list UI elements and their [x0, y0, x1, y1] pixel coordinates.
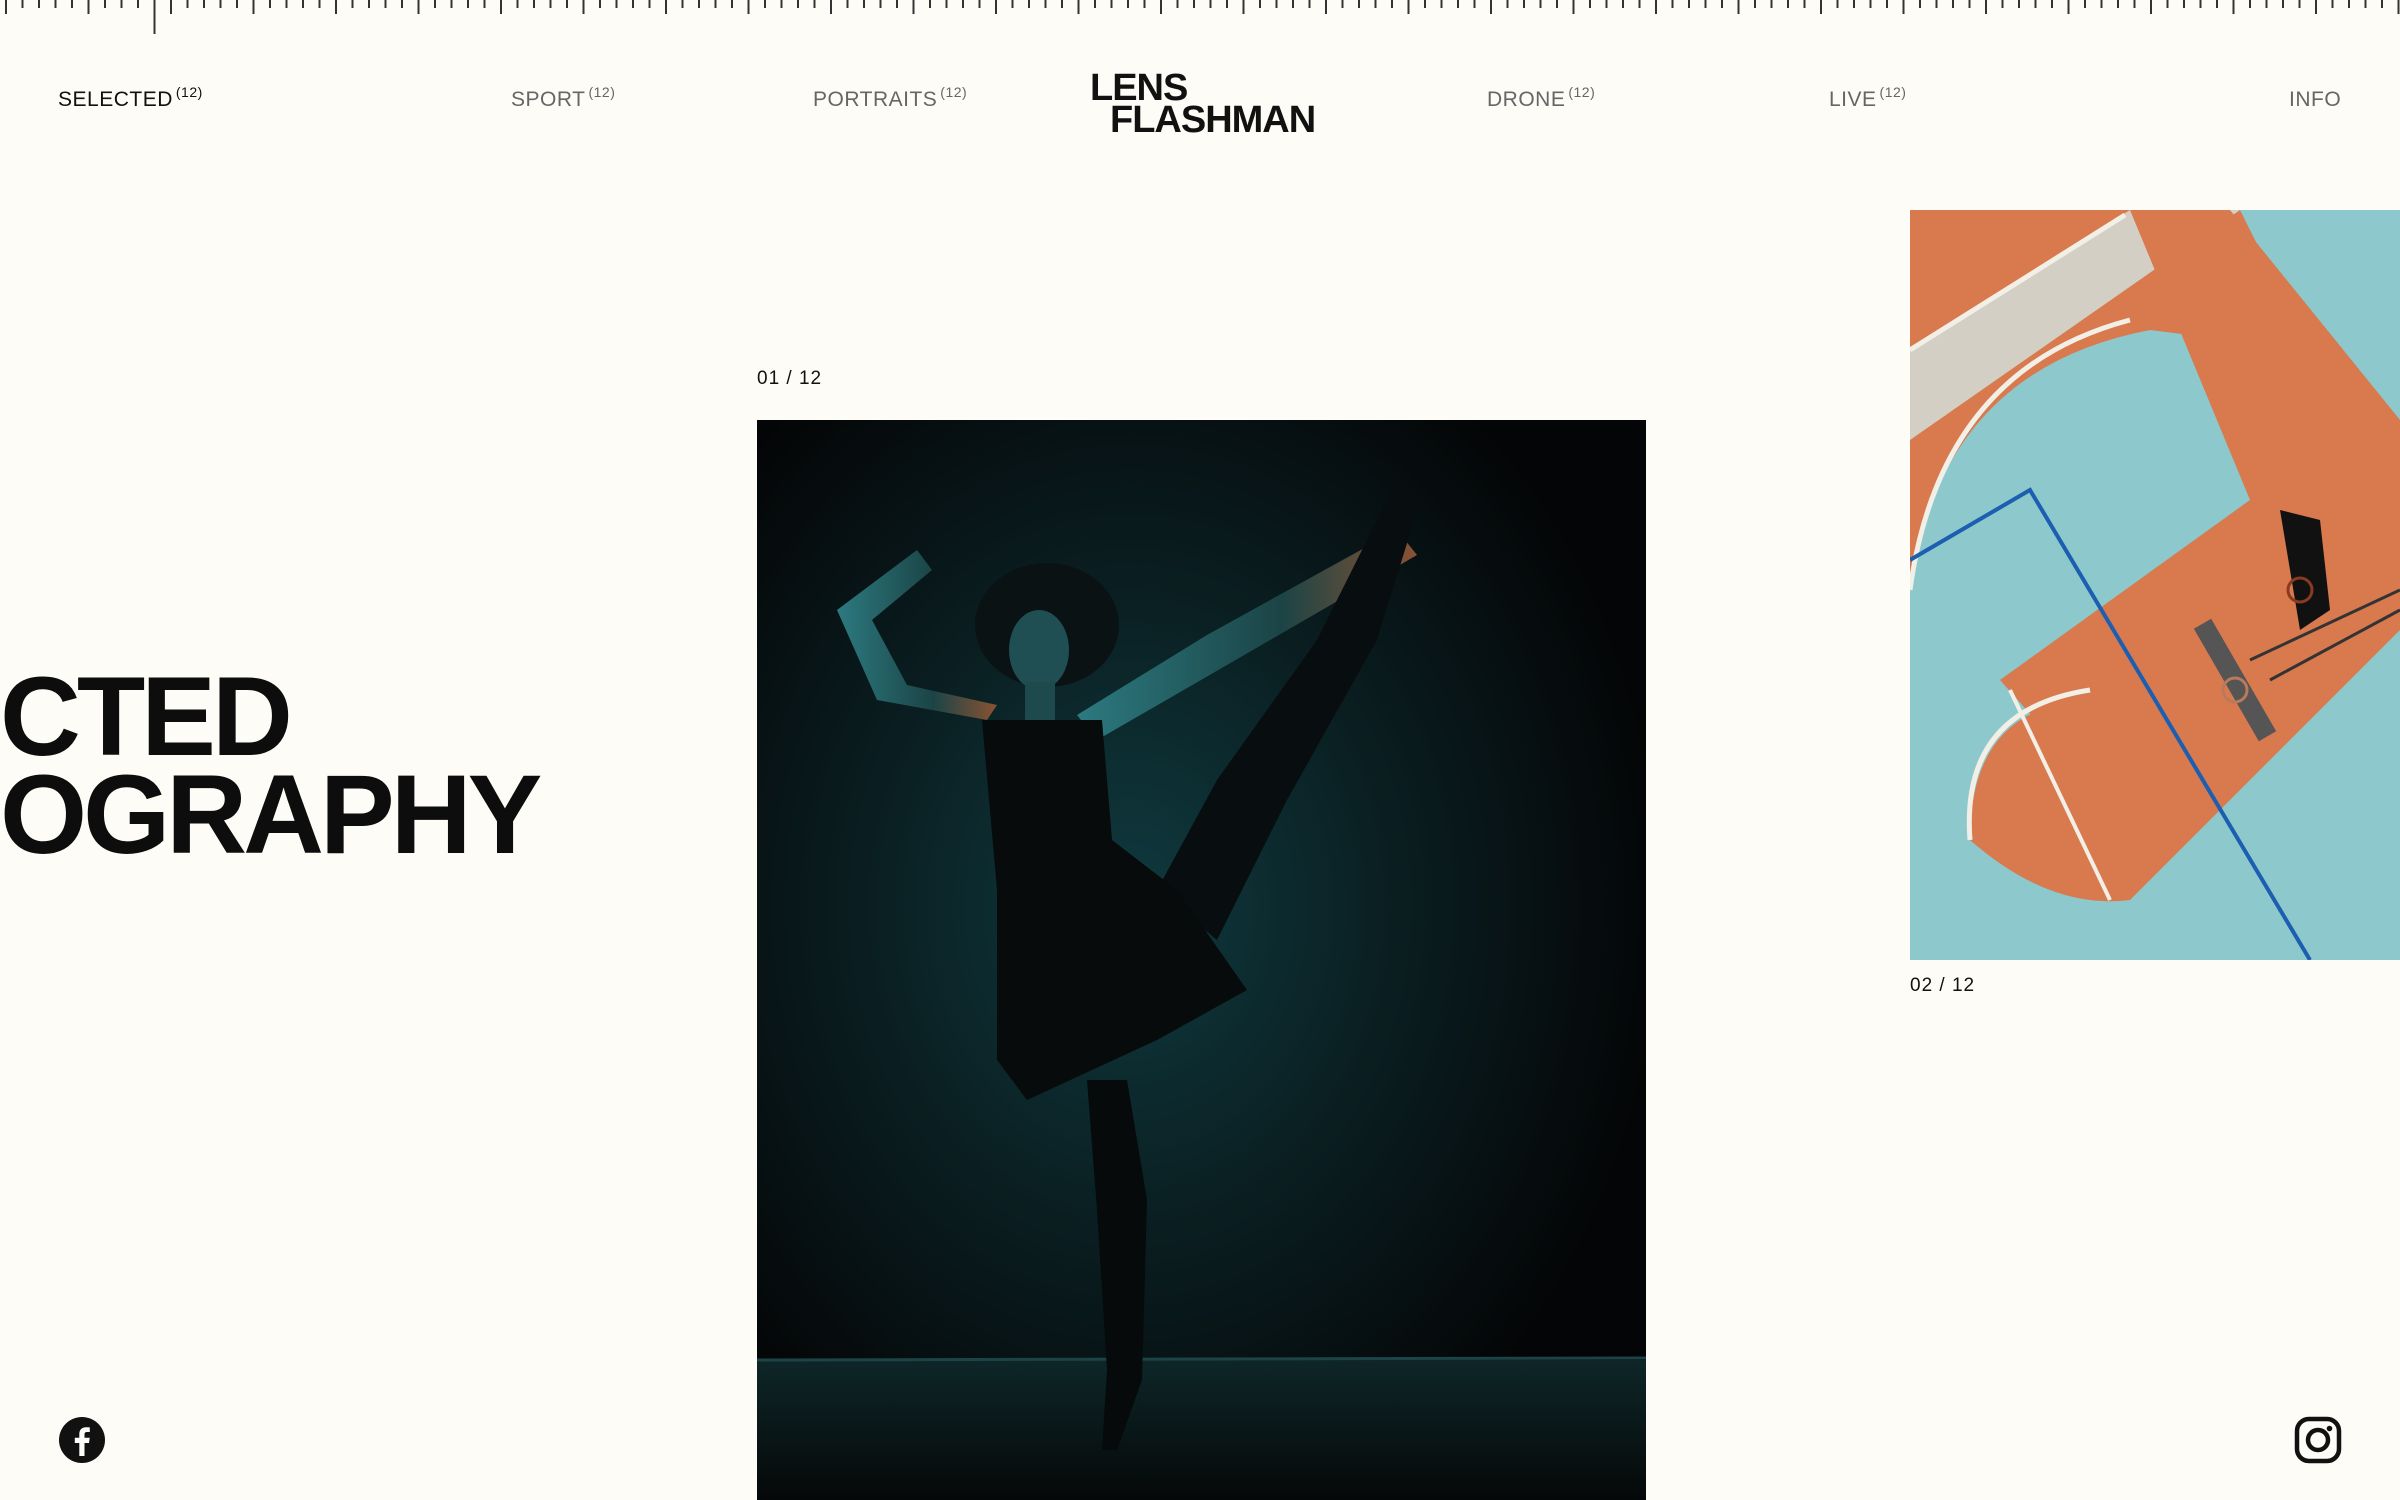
- nav-count: (12): [588, 84, 616, 100]
- nav-label: DRONE: [1487, 88, 1566, 111]
- gallery-photo-court[interactable]: [1910, 210, 2400, 960]
- facebook-link[interactable]: [58, 1416, 106, 1469]
- nav-count: (12): [940, 84, 968, 100]
- nav-item-portraits[interactable]: PORTRAITS (12): [813, 84, 967, 112]
- logo-line-2: FLASHMAN: [1110, 99, 1316, 141]
- instagram-link[interactable]: [2294, 1416, 2342, 1469]
- photo-counter-2: 02 / 12: [1910, 975, 1976, 996]
- gallery-photo-dancer[interactable]: [757, 420, 1646, 1500]
- hero-line-2: OGRAPHY: [0, 752, 542, 877]
- site-logo[interactable]: LENS FLASHMAN: [1090, 69, 1316, 141]
- nav-item-sport[interactable]: SPORT (12): [511, 84, 615, 112]
- photo-counter-1: 01 / 12: [757, 368, 823, 389]
- nav-count: (12): [175, 84, 203, 100]
- dancer-photo-graphic: [757, 420, 1646, 1500]
- instagram-icon: [2294, 1416, 2342, 1464]
- nav-item-drone[interactable]: DRONE (12): [1487, 84, 1595, 112]
- nav-item-info[interactable]: INFO: [2289, 88, 2341, 112]
- court-photo-graphic: [1910, 210, 2400, 960]
- nav-label: SPORT: [511, 88, 586, 111]
- nav-count: (12): [1568, 84, 1596, 100]
- nav-count: (12): [1879, 84, 1907, 100]
- ruler-scale: [5, 0, 2400, 34]
- nav-label: LIVE: [1829, 88, 1877, 111]
- page: SELECTED (12) SPORT (12) PORTRAITS (12) LEN…: [0, 0, 2400, 1500]
- nav-item-live[interactable]: LIVE (12): [1829, 84, 1906, 112]
- nav-label: INFO: [2289, 88, 2342, 111]
- facebook-icon: [59, 1417, 105, 1463]
- nav-label: SELECTED: [58, 88, 173, 111]
- hero-title: CTED OGRAPHY: [0, 661, 542, 877]
- nav-item-selected[interactable]: SELECTED (12): [58, 84, 203, 112]
- nav-label: PORTRAITS: [813, 88, 938, 111]
